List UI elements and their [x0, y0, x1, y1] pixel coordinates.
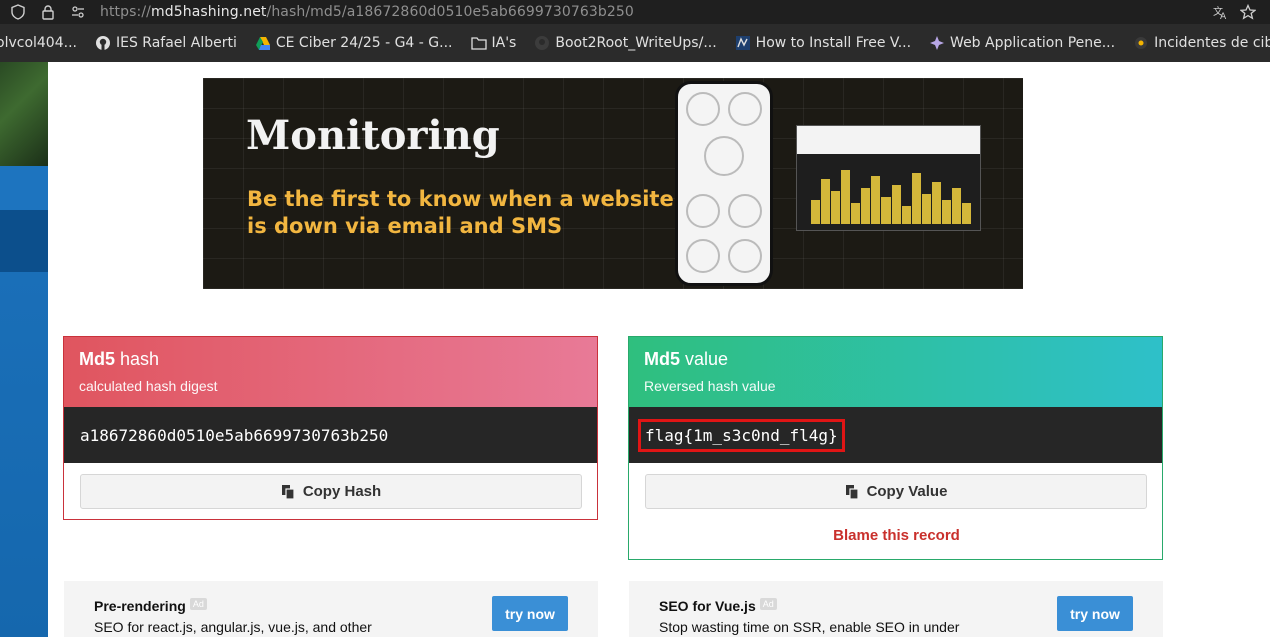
lock-icon[interactable]: [40, 4, 56, 20]
star-icon: [929, 35, 945, 51]
ad-badge: Ad: [189, 598, 207, 610]
gauge-graphic: [686, 92, 720, 126]
value-card-title: Md5 value: [644, 349, 1147, 370]
hash-card-subtitle: calculated hash digest: [79, 378, 218, 394]
bookmark-label: Web Application Pene...: [950, 35, 1116, 51]
ad-description: SEO for react.js, angular.js, vue.js, an…: [94, 619, 372, 635]
url-path: /hash/md5/a18672860d0510e5ab6699730763b2…: [266, 4, 634, 20]
try-now-button[interactable]: try now: [492, 596, 568, 631]
bookmark-star-icon[interactable]: [1240, 4, 1256, 20]
gauge-graphic: [728, 92, 762, 126]
bookmark-label: Incidentes de ciberseg...: [1154, 35, 1270, 51]
phone-mockup-image: [675, 81, 773, 286]
bookmark-item[interactable]: Web Application Pene...: [929, 35, 1115, 51]
github-icon: [95, 35, 111, 51]
left-background-strip: [0, 62, 48, 637]
value-card-header: Md5 value Reversed hash value: [629, 337, 1162, 407]
svg-text:A: A: [1220, 12, 1227, 20]
background-band: [0, 166, 48, 210]
ad-title: SEO for Vue.js Ad: [659, 598, 777, 614]
bookmark-item[interactable]: How to Install Free V...: [735, 35, 911, 51]
dashboard-header: [797, 126, 980, 154]
value-card-title-bold: Md5: [644, 349, 680, 369]
ad-description: Stop wasting time on SSR, enable SEO in …: [659, 619, 960, 635]
bookmark-label: How to Install Free V...: [755, 35, 912, 51]
copy-value-label: Copy Value: [866, 483, 948, 500]
url-host: md5hashing.net: [150, 4, 267, 20]
dashboard-mockup-image: [796, 125, 981, 231]
blame-record-link[interactable]: Blame this record: [629, 527, 1164, 544]
gauge-graphic: [728, 239, 762, 273]
github-icon: [534, 35, 550, 51]
site-icon: [735, 35, 751, 51]
gauge-graphic: [728, 194, 762, 228]
ad-title-text: Pre-rendering: [94, 598, 186, 614]
hash-value-text: a18672860d0510e5ab6699730763b250: [80, 425, 389, 445]
ad-box[interactable]: Pre-rendering Ad SEO for react.js, angula…: [64, 581, 598, 637]
ad-title-text: SEO for Vue.js: [659, 598, 756, 614]
bookmark-label: Boot2Root_WriteUps/...: [555, 35, 717, 51]
hash-card-title-bold: Md5: [79, 349, 115, 369]
background-band: [0, 210, 48, 272]
translate-icon[interactable]: 文A: [1212, 4, 1228, 20]
hash-card-header: Md5 hash calculated hash digest: [64, 337, 597, 407]
value-card-title-rest: value: [680, 349, 729, 369]
bookmark-item[interactable]: Incidentes de ciberseg...: [1133, 35, 1270, 51]
bookmark-item[interactable]: olvcol404...: [0, 35, 77, 51]
background-photo: [0, 62, 48, 166]
md5-value-card: Md5 value Reversed hash value flag{1m_s3…: [628, 336, 1163, 560]
dot-icon: [1133, 35, 1149, 51]
copy-hash-label: Copy Hash: [302, 483, 382, 500]
bookmark-item[interactable]: Boot2Root_WriteUps/...: [534, 35, 717, 51]
url-scheme: https://: [100, 4, 151, 20]
bookmark-label: olvcol404...: [0, 35, 77, 51]
bookmark-label: IES Rafael Alberti: [115, 35, 237, 51]
hash-value-box: a18672860d0510e5ab6699730763b250: [64, 407, 597, 463]
url-field[interactable]: https://md5hashing.net/hash/md5/a1867286…: [100, 4, 634, 20]
browser-url-bar: https://md5hashing.net/hash/md5/a1867286…: [0, 0, 1270, 24]
bookmarks-bar: olvcol404... IES Rafael Alberti CE Ciber…: [0, 24, 1270, 62]
gauge-graphic: [686, 194, 720, 228]
monitoring-ad-banner[interactable]: Monitoring Be the first to know when a w…: [203, 78, 1023, 289]
folder-icon: [470, 35, 487, 51]
md5-hash-card: Md5 hash calculated hash digest a1867286…: [63, 336, 598, 520]
banner-subtitle: Be the first to know when a website is d…: [247, 187, 674, 238]
background-band: [0, 272, 48, 637]
hash-card-title-rest: hash: [115, 349, 160, 369]
bookmark-label: CE Ciber 24/25 - G4 - G...: [275, 35, 453, 51]
ad-badge: Ad: [759, 598, 777, 610]
banner-title: Monitoring: [246, 112, 500, 159]
ad-title: Pre-rendering Ad: [94, 598, 207, 614]
gauge-graphic: [686, 239, 720, 273]
copy-hash-button[interactable]: Copy Hash: [80, 474, 582, 509]
dashboard-bars: [811, 164, 971, 224]
bookmark-item[interactable]: IA's: [470, 35, 517, 51]
shield-icon[interactable]: [10, 4, 26, 20]
copy-icon: [845, 484, 859, 500]
hash-card-title: Md5 hash: [79, 349, 582, 370]
bookmark-label: IA's: [491, 35, 517, 51]
copy-icon: [281, 484, 295, 500]
bookmark-item[interactable]: IES Rafael Alberti: [95, 35, 237, 51]
drive-icon: [255, 35, 271, 51]
site-settings-icon[interactable]: [70, 4, 86, 20]
try-now-button[interactable]: try now: [1057, 596, 1133, 631]
reversed-value-text: flag{1m_s3c0nd_fl4g}: [638, 418, 845, 452]
bookmark-item[interactable]: CE Ciber 24/25 - G4 - G...: [255, 35, 453, 51]
ad-box[interactable]: SEO for Vue.js Ad Stop wasting time on SS…: [629, 581, 1163, 637]
value-card-subtitle: Reversed hash value: [644, 378, 776, 394]
gauge-graphic: [704, 136, 744, 176]
copy-value-button[interactable]: Copy Value: [645, 474, 1147, 509]
reversed-value-box: flag{1m_s3c0nd_fl4g}: [629, 407, 1162, 463]
